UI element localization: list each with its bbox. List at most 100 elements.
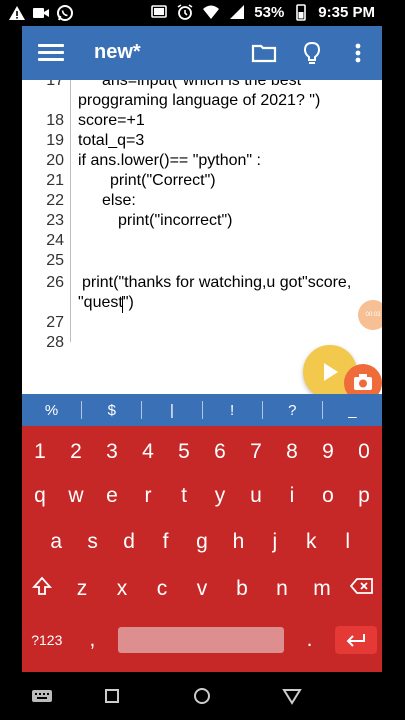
symbol-key[interactable]: | — [142, 402, 201, 419]
key[interactable]: v — [186, 577, 218, 601]
key[interactable]: 0 — [348, 440, 380, 464]
key[interactable]: b — [226, 577, 258, 601]
clock: 9:35 PM — [318, 3, 375, 21]
key[interactable]: l — [332, 530, 364, 554]
key[interactable]: a — [40, 530, 72, 554]
key[interactable]: f — [150, 530, 182, 554]
symbol-key[interactable]: ! — [203, 402, 262, 419]
home-icon[interactable] — [190, 684, 214, 708]
key[interactable]: 1 — [24, 440, 56, 464]
shift-key[interactable] — [26, 576, 58, 602]
app-window: new* 17 ans=input("which is the best pro… — [22, 26, 382, 672]
key[interactable]: k — [295, 530, 327, 554]
key[interactable]: m — [306, 577, 338, 601]
lightbulb-icon[interactable] — [298, 39, 326, 67]
video-camera-icon — [33, 8, 49, 18]
backspace-key[interactable] — [346, 576, 378, 602]
key[interactable]: y — [204, 484, 236, 508]
line-number: 27 — [46, 314, 64, 331]
key[interactable]: s — [77, 530, 109, 554]
cast-icon — [151, 5, 168, 18]
toolbar: new* — [22, 26, 382, 80]
folder-icon[interactable] — [250, 39, 278, 67]
key[interactable]: p — [348, 484, 380, 508]
key[interactable]: u — [240, 484, 272, 508]
key[interactable]: e — [96, 484, 128, 508]
key[interactable]: i — [276, 484, 308, 508]
battery-icon — [296, 4, 307, 21]
gutter-divider — [70, 80, 71, 342]
key[interactable]: 5 — [168, 440, 200, 464]
key[interactable]: r — [132, 484, 164, 508]
wifi-icon — [203, 5, 220, 19]
key[interactable]: q — [24, 484, 56, 508]
whatsapp-icon — [57, 5, 73, 21]
back-icon[interactable] — [280, 684, 304, 708]
key[interactable]: 4 — [132, 440, 164, 464]
code-line: "quest") — [78, 294, 134, 311]
key[interactable]: j — [259, 530, 291, 554]
recent-apps-icon[interactable] — [100, 684, 124, 708]
status-bar: 53% 9:35 PM — [0, 0, 405, 26]
line-number: 22 — [46, 192, 64, 209]
recording-timer[interactable]: 00:03 — [358, 300, 382, 330]
symbol-key[interactable]: $ — [82, 402, 141, 419]
code-line: score=+1 — [78, 112, 145, 129]
key[interactable]: w — [60, 484, 92, 508]
code-line: print("Correct") — [110, 172, 216, 189]
line-number: 23 — [46, 212, 64, 229]
file-title: new* — [94, 41, 141, 63]
symbol-bar: % $ | ! ? _ — [22, 394, 382, 426]
code-line: total_q=3 — [78, 132, 145, 149]
line-number: 20 — [46, 152, 64, 169]
symbol-key[interactable]: ? — [263, 402, 322, 419]
key[interactable]: 6 — [204, 440, 236, 464]
keyboard-row-1: q w e r t y u i o p — [22, 476, 382, 516]
keyboard-switch-icon[interactable] — [30, 684, 54, 708]
key[interactable]: o — [312, 484, 344, 508]
backspace-icon — [349, 578, 373, 594]
enter-key[interactable] — [335, 626, 378, 654]
signal-icon — [230, 5, 245, 19]
line-number: 28 — [46, 334, 64, 351]
key[interactable]: h — [222, 530, 254, 554]
code-line: else: — [102, 192, 136, 209]
shift-icon — [31, 576, 53, 595]
key[interactable]: 7 — [240, 440, 272, 464]
symbol-key[interactable]: _ — [323, 402, 382, 419]
code-line: print("thanks for watching,u got"score, — [82, 274, 352, 291]
key[interactable]: 8 — [276, 440, 308, 464]
symbol-key[interactable]: % — [22, 402, 81, 419]
line-number: 19 — [46, 132, 64, 149]
keyboard: 1 2 3 4 5 6 7 8 9 0 q w e r t y u i o p … — [22, 426, 382, 672]
key[interactable]: t — [168, 484, 200, 508]
key[interactable]: n — [266, 577, 298, 601]
key[interactable]: 9 — [312, 440, 344, 464]
line-number: 25 — [46, 252, 64, 269]
code-line: proggraming language of 2021? ") — [78, 92, 321, 109]
more-vert-icon[interactable] — [344, 39, 372, 67]
keyboard-row-bottom: ?123 , . — [22, 620, 382, 660]
alarm-icon — [177, 4, 193, 20]
space-bar[interactable] — [117, 627, 284, 653]
code-line: print("incorrect") — [118, 212, 233, 229]
key[interactable]: 2 — [60, 440, 92, 464]
symbols-key[interactable]: ?123 — [27, 632, 67, 648]
enter-icon — [346, 634, 366, 647]
line-number: 18 — [46, 112, 64, 129]
code-line-current: "quest") — [78, 294, 134, 312]
code-line: if ans.lower()== "python" : — [78, 152, 261, 169]
warning-icon — [9, 6, 25, 20]
key[interactable]: z — [66, 577, 98, 601]
key[interactable]: 3 — [96, 440, 128, 464]
key[interactable]: d — [113, 530, 145, 554]
key[interactable]: g — [186, 530, 218, 554]
period-key[interactable]: . — [294, 628, 326, 652]
key[interactable]: x — [106, 577, 138, 601]
line-number: 26 — [46, 274, 64, 291]
comma-key[interactable]: , — [76, 628, 108, 652]
menu-icon[interactable] — [38, 40, 64, 66]
key[interactable]: c — [146, 577, 178, 601]
code-line: ans=input("which is the best — [102, 80, 302, 89]
navigation-bar — [0, 672, 405, 720]
